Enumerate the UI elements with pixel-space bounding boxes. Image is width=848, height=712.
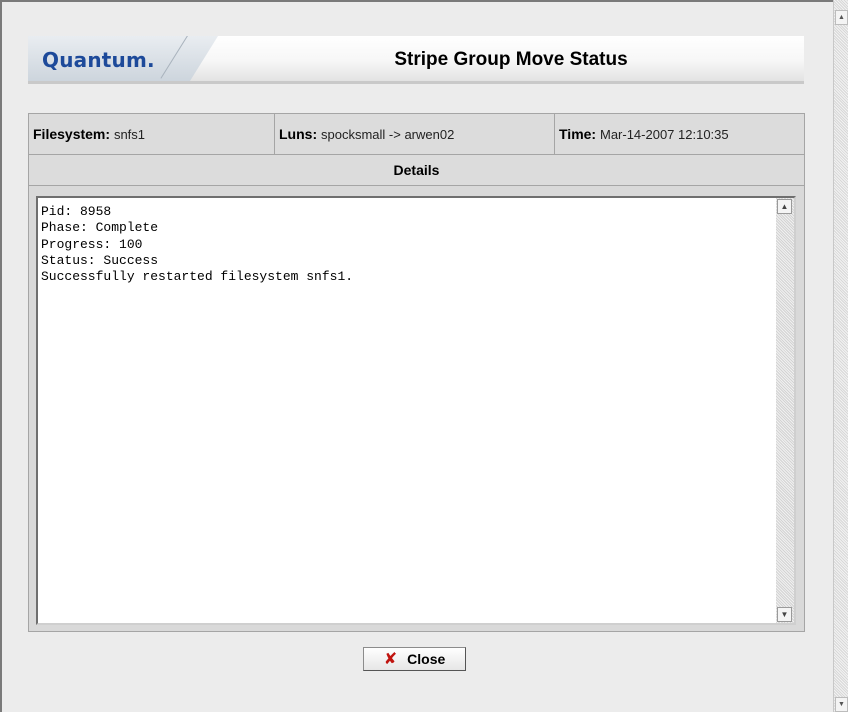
close-button-label: Close bbox=[407, 651, 446, 667]
details-heading: Details bbox=[29, 155, 804, 186]
filesystem-label: Filesystem: bbox=[33, 126, 111, 142]
filesystem-value: snfs1 bbox=[113, 127, 146, 142]
scroll-down-arrow-icon[interactable]: ▼ bbox=[777, 607, 792, 622]
close-button[interactable]: ✘ Close bbox=[363, 647, 466, 671]
close-x-icon: ✘ bbox=[383, 649, 398, 668]
luns-value: spocksmall -> arwen02 bbox=[321, 127, 455, 142]
status-panel: Filesystem: snfs1 Luns: spocksmall -> ar… bbox=[28, 113, 805, 632]
page-scrollbar[interactable]: ▲ ▼ bbox=[833, 0, 848, 712]
page-header: Quantum. Stripe Group Move Status bbox=[28, 36, 804, 84]
scroll-up-arrow-icon[interactable]: ▲ bbox=[777, 199, 792, 214]
info-row: Filesystem: snfs1 Luns: spocksmall -> ar… bbox=[29, 114, 804, 155]
time-label: Time: bbox=[559, 126, 597, 142]
page-scroll-down-icon[interactable]: ▼ bbox=[835, 697, 848, 712]
details-scrollbar[interactable]: ▲ ▼ bbox=[776, 198, 794, 623]
time-value: Mar-14-2007 12:10:35 bbox=[599, 127, 729, 142]
luns-cell: Luns: spocksmall -> arwen02 bbox=[275, 114, 555, 154]
time-cell: Time: Mar-14-2007 12:10:35 bbox=[555, 114, 804, 154]
luns-label: Luns: bbox=[279, 126, 318, 142]
filesystem-cell: Filesystem: snfs1 bbox=[29, 114, 275, 154]
details-textarea[interactable]: Pid: 8958 Phase: Complete Progress: 100 … bbox=[36, 196, 796, 625]
dialog-window: Quantum. Stripe Group Move Status Filesy… bbox=[0, 0, 833, 712]
details-text: Pid: 8958 Phase: Complete Progress: 100 … bbox=[41, 204, 354, 285]
page-scroll-up-icon[interactable]: ▲ bbox=[835, 10, 848, 25]
quantum-logo: Quantum. bbox=[42, 48, 155, 72]
page-title: Stripe Group Move Status bbox=[394, 49, 628, 70]
